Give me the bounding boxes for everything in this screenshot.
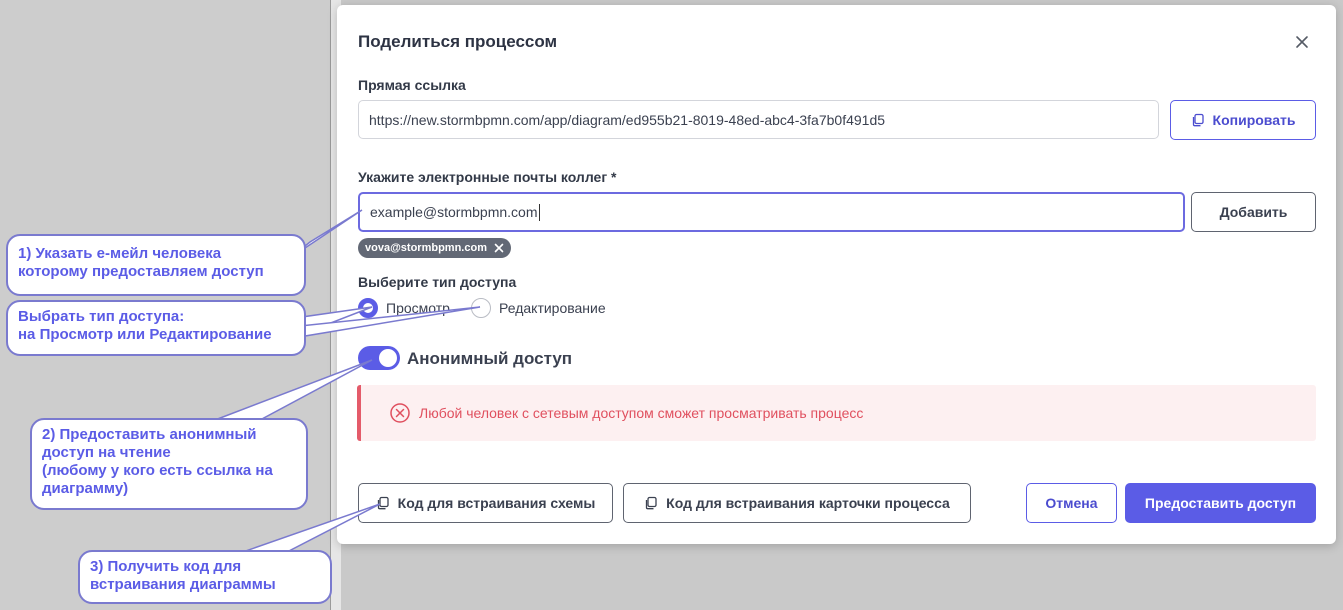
email-note-callout: 1) Указать е-мейл человека которому пред… xyxy=(6,234,306,296)
embed-note-line: 3) Получить код для xyxy=(90,558,242,575)
email-input[interactable]: example@stormbpmn.com xyxy=(358,192,1185,232)
add-email-label: Добавить xyxy=(1219,204,1288,220)
anonymous-note-line: диаграмму) xyxy=(42,480,129,497)
copy-icon xyxy=(646,496,657,510)
email-note-line: 1) Указать е-мейл человека xyxy=(18,245,222,262)
anonymous-note-callout: 2) Предоставить анонимный доступ на чтен… xyxy=(30,418,308,510)
access-type-label: Выберите тип доступа xyxy=(358,274,517,290)
grant-access-button[interactable]: Предоставить доступ xyxy=(1125,483,1316,523)
cancel-label: Отмена xyxy=(1045,495,1098,511)
copy-link-label: Копировать xyxy=(1212,112,1296,128)
direct-link-value: https://new.stormbpmn.com/app/diagram/ed… xyxy=(369,111,886,128)
access-note-line: на Просмотр или Редактирование xyxy=(18,326,272,343)
embed-scheme-button[interactable]: Код для встраивания схемы xyxy=(358,483,613,523)
embed-card-label: Код для встраивания карточки процесса xyxy=(666,495,950,511)
anonymous-note-line: 2) Предоставить анонимный xyxy=(42,426,257,443)
add-email-button[interactable]: Добавить xyxy=(1191,192,1316,232)
close-button[interactable] xyxy=(1291,31,1313,53)
close-icon xyxy=(1296,36,1308,48)
cancel-button[interactable]: Отмена xyxy=(1026,483,1117,523)
copy-icon xyxy=(1192,113,1204,127)
radio-edit-label: Редактирование xyxy=(499,300,606,316)
direct-link-input[interactable]: https://new.stormbpmn.com/app/diagram/ed… xyxy=(358,100,1159,139)
dialog-title: Поделиться процессом xyxy=(358,32,558,51)
toggle-knob xyxy=(379,349,397,367)
email-chip: vova@stormbpmn.com xyxy=(358,238,511,258)
email-note-line: которому предоставляем доступ xyxy=(18,263,264,280)
radio-edit[interactable] xyxy=(471,298,491,318)
direct-link-label: Прямая ссылка xyxy=(358,77,466,93)
grant-access-label: Предоставить доступ xyxy=(1144,495,1297,511)
error-circle-icon xyxy=(390,403,410,423)
copy-link-button[interactable]: Копировать xyxy=(1170,100,1316,140)
radio-view[interactable] xyxy=(358,298,378,318)
anonymous-note-line: доступ на чтение xyxy=(42,444,171,461)
anonymous-access-toggle[interactable] xyxy=(358,346,400,370)
emails-label: Укажите электронные почты коллег * xyxy=(358,169,617,185)
radio-view-label: Просмотр xyxy=(386,300,450,316)
copy-icon xyxy=(377,496,389,510)
anonymous-access-label: Анонимный доступ xyxy=(407,349,573,368)
embed-card-button[interactable]: Код для встраивания карточки процесса xyxy=(623,483,971,523)
anonymous-note-line: (любому у кого есть ссылка на xyxy=(42,462,273,479)
chip-remove-icon[interactable] xyxy=(493,242,505,254)
alert-text: Любой человек с сетевым доступом сможет … xyxy=(419,405,864,421)
share-process-dialog: Поделиться процессом Прямая ссылка https… xyxy=(337,5,1336,544)
access-note-line: Выбрать тип доступа: xyxy=(18,308,185,325)
access-note-callout: Выбрать тип доступа: на Просмотр или Ред… xyxy=(6,300,306,356)
embed-note-line: встраивания диаграммы xyxy=(90,576,276,593)
email-chip-label: vova@stormbpmn.com xyxy=(365,242,487,254)
anonymous-warning-alert: Любой человек с сетевым доступом сможет … xyxy=(357,385,1316,441)
email-input-value: example@stormbpmn.com xyxy=(370,204,538,220)
embed-scheme-label: Код для встраивания схемы xyxy=(397,495,596,511)
embed-note-callout: 3) Получить код для встраивания диаграмм… xyxy=(78,550,332,604)
